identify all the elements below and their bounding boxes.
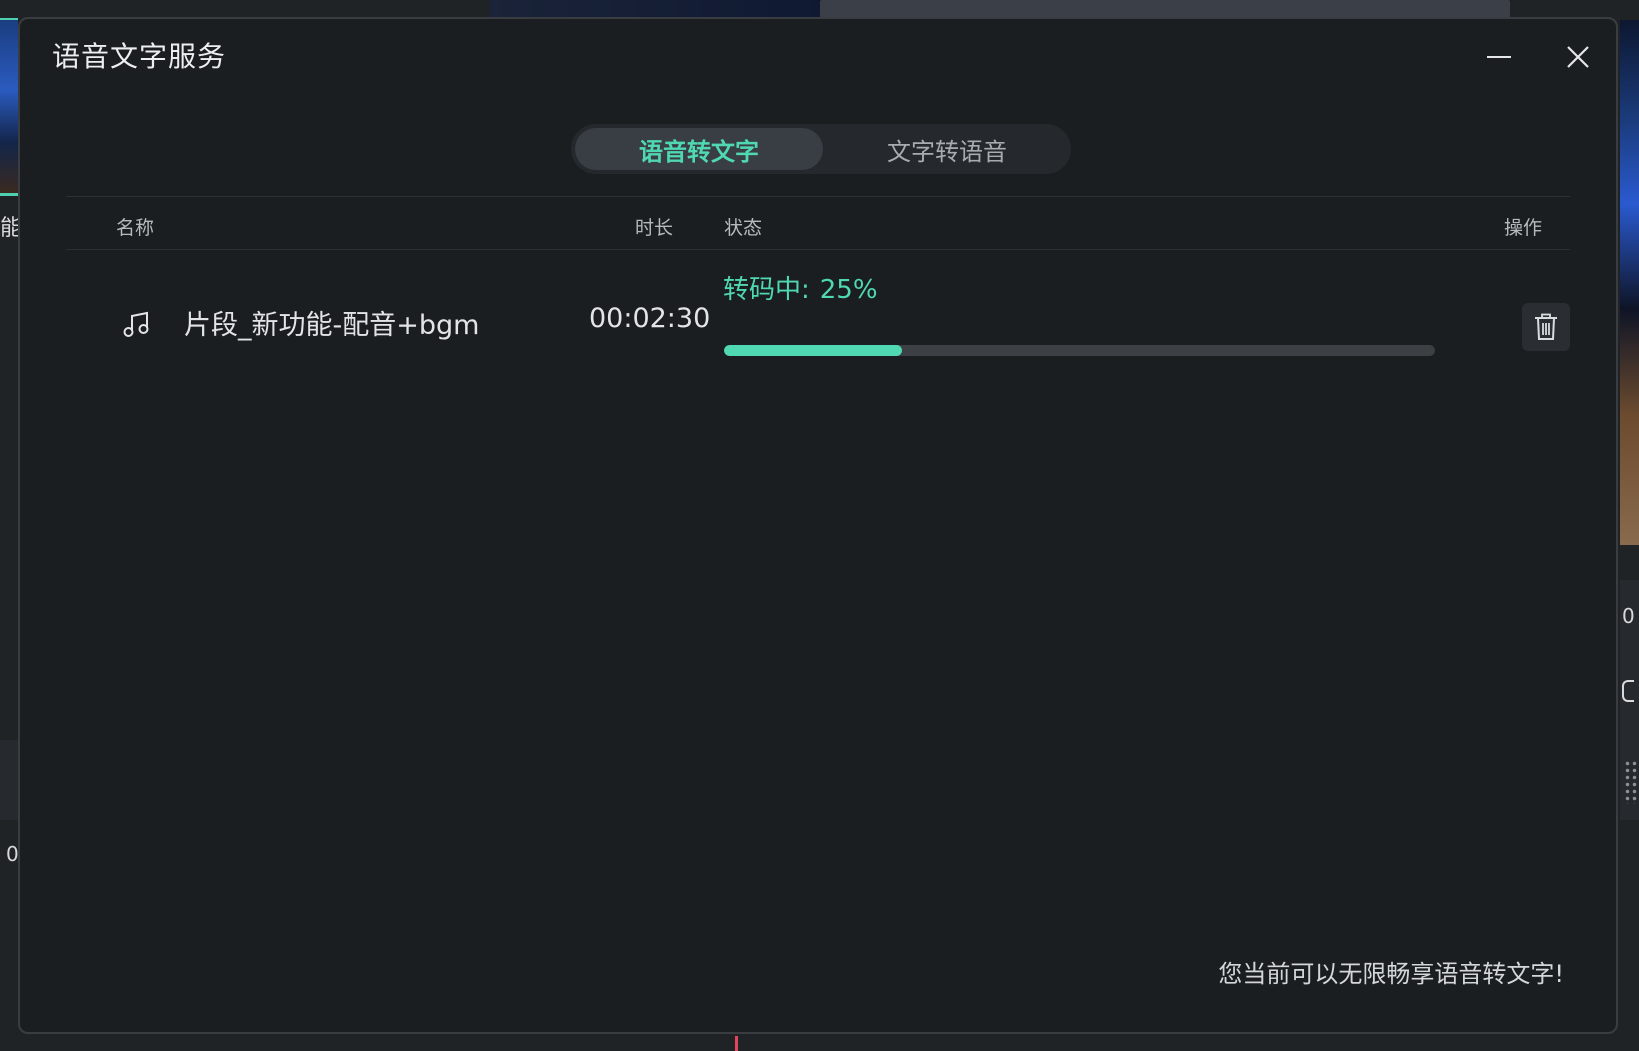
background-number: 0 [6,842,19,866]
speech-text-dialog: 语音文字服务 语音转文字 文字转语音 名称 时长 状态 操作 片段_新功能-配音… [18,17,1618,1034]
column-header-status: 状态 [724,217,763,239]
table-row: 片段_新功能-配音+bgm 00:02:30 转码中: 25% [66,251,1570,356]
usage-note: 您当前可以无限畅享语音转文字! [1218,960,1564,988]
background-accent-line [0,193,18,196]
background-label: 能 [0,216,18,241]
close-icon [1567,46,1589,68]
close-button[interactable] [1560,39,1596,75]
status-percent: 25% [819,275,878,305]
column-header-name: 名称 [116,217,155,239]
progress-bar [724,345,1435,356]
background-panel [0,740,18,820]
background-thumbnail-left [0,20,18,195]
music-note-icon [123,311,149,337]
background-thumbnail-right [1620,20,1639,545]
dialog-title: 语音文字服务 [52,40,227,73]
minimize-icon [1487,56,1511,58]
background-monitor-image [820,0,1510,18]
trash-icon [1535,313,1557,340]
column-header-action: 操作 [1504,217,1543,239]
timeline-playhead [735,1036,738,1051]
divider [66,249,1570,250]
drag-grip-icon [1624,760,1638,804]
mode-tabs: 语音转文字 文字转语音 [571,124,1071,174]
background-number: 0 [1622,604,1635,628]
progress-fill [724,345,902,356]
status-label: 转码中: [723,275,810,305]
clip-duration: 00:02:30 [589,303,711,334]
clip-name: 片段_新功能-配音+bgm [184,310,480,341]
delete-button[interactable] [1522,303,1570,351]
divider [66,196,1570,197]
tab-text-to-speech[interactable]: 文字转语音 [823,128,1071,170]
column-header-duration: 时长 [635,217,674,239]
minimize-button[interactable] [1481,39,1517,75]
tab-speech-to-text[interactable]: 语音转文字 [575,128,823,170]
transcode-status: 转码中: 25% [723,269,878,306]
background-handle [1622,680,1634,702]
